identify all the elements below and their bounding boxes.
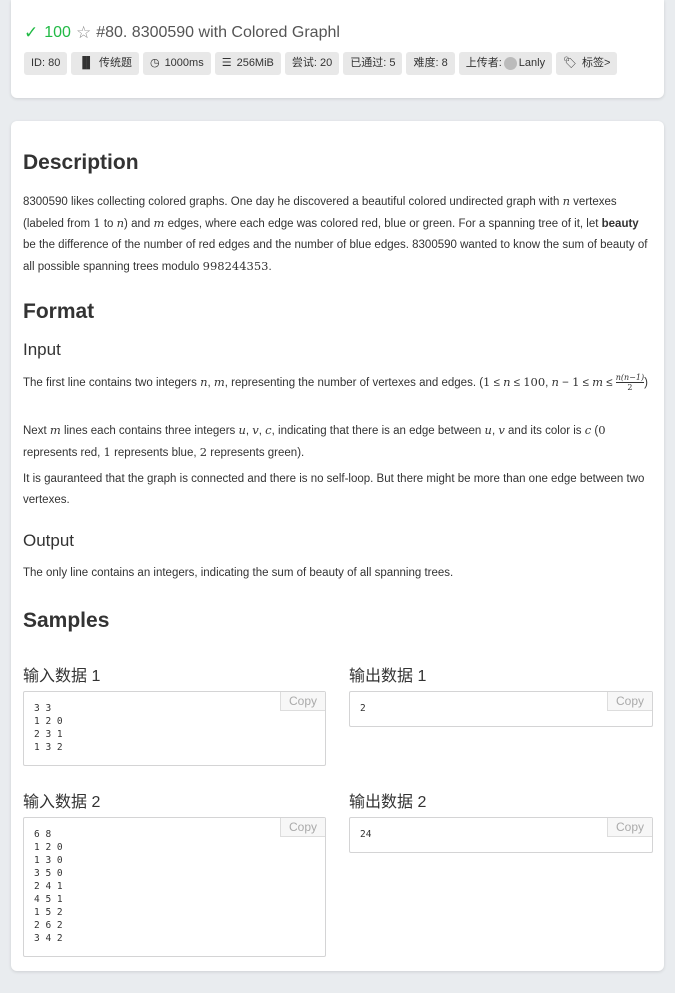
label-tags[interactable]: 🏷 标签> [556, 52, 618, 75]
copy-button[interactable]: Copy [607, 818, 652, 837]
label-difficulty: 难度: 8 [406, 52, 455, 75]
clock-icon: ◷ [149, 57, 160, 69]
copy-button[interactable]: Copy [607, 692, 652, 711]
sample-input-2[interactable]: 6 8 1 2 0 1 3 0 3 5 0 2 4 1 4 5 1 1 5 2 … [24, 818, 325, 955]
copy-button[interactable]: Copy [280, 818, 325, 837]
sample-input-label-1: 输入数据 1 [23, 668, 101, 685]
sample-input-box-2[interactable]: 6 8 1 2 0 1 3 0 3 5 0 2 4 1 4 5 1 1 5 2 … [23, 817, 326, 957]
copy-button[interactable]: Copy [280, 692, 325, 711]
label-id: ID: 80 [24, 52, 68, 75]
label-time-limit: ◷ 1000ms [142, 52, 211, 75]
label-accepted: 已通过: 5 [343, 52, 403, 75]
avatar [503, 57, 517, 70]
book-icon: ▐▌ [78, 57, 94, 69]
problem-title-line: ✓ 100 ☆ #80. 8300590 with Colored Graphl [24, 20, 340, 46]
problem-header-card: ✓ 100 ☆ #80. 8300590 with Colored Graphl… [11, 0, 664, 98]
tag-icon: 🏷 [563, 57, 578, 69]
label-uploader[interactable]: 上传者: Lanly [458, 52, 553, 75]
accepted-check-icon: ✓ [24, 23, 39, 42]
sample-input-label-2: 输入数据 2 [23, 794, 101, 811]
input-text-1: The first line contains two integers n, … [23, 373, 648, 393]
problem-title: #80. 8300590 with Colored Graphl [96, 24, 340, 41]
problem-body-card: Description 8300590 likes collecting col… [11, 121, 664, 971]
memory-icon: ☰ [221, 57, 232, 69]
output-text: The only line contains an integers, indi… [23, 567, 454, 579]
sample-output-box-2[interactable]: 24 Copy [349, 817, 653, 853]
problem-labels: ID: 80 ▐▌ 传统题 ◷ 1000ms ☰ 256MiB 尝试: 20 已通过:… [24, 52, 618, 75]
format-heading: Format [23, 300, 95, 323]
sample-output-label-2: 输出数据 2 [349, 794, 427, 811]
label-type: ▐▌ 传统题 [71, 52, 139, 75]
input-heading: Input [23, 340, 61, 359]
input-text-3: It is gauranteed that the graph is conne… [23, 473, 645, 506]
star-icon[interactable]: ☆ [76, 23, 91, 43]
samples-heading: Samples [23, 609, 110, 632]
score: 100 [44, 24, 71, 41]
sample-input-box-1[interactable]: 3 3 1 2 0 2 3 1 1 3 2 Copy [23, 691, 326, 766]
label-memory-limit: ☰ 256MiB [214, 52, 281, 75]
label-attempts: 尝试: 20 [284, 52, 340, 75]
sample-output-label-1: 输出数据 1 [349, 668, 427, 685]
description-text: 8300590 likes collecting colored graphs.… [23, 194, 648, 273]
output-heading: Output [23, 531, 75, 550]
description-heading: Description [23, 151, 139, 174]
sample-output-box-1[interactable]: 2 Copy [349, 691, 653, 727]
input-text-2: Next m lines each contains three integer… [23, 423, 606, 459]
